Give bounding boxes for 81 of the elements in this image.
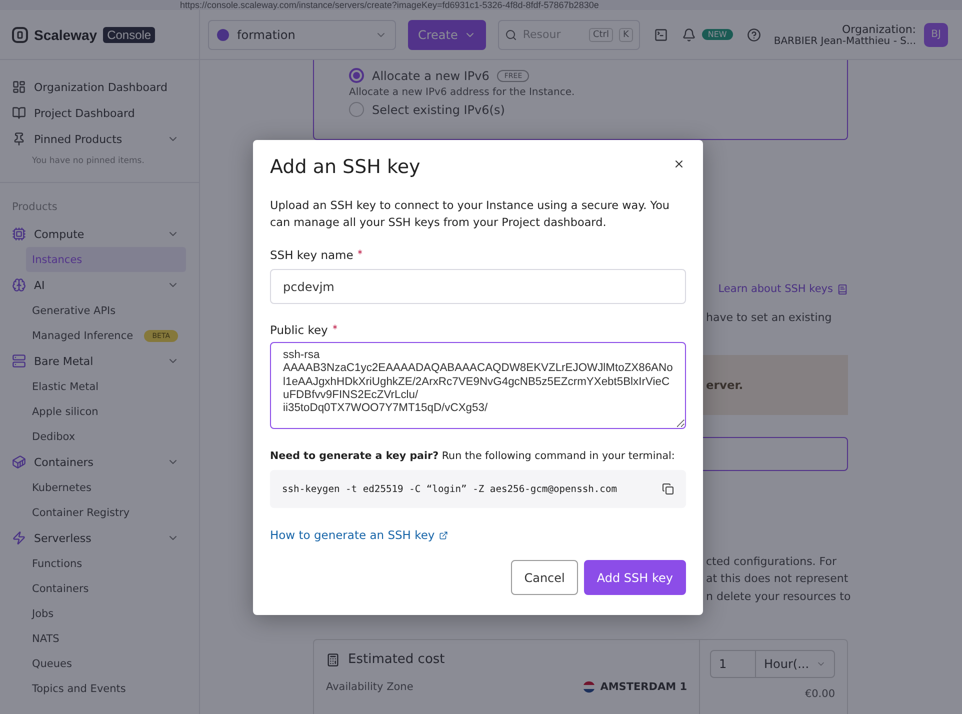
sidebar-subitem[interactable]: Jobs: [26, 601, 186, 626]
flag-icon: [583, 681, 596, 693]
sidebar-subitem[interactable]: Containers: [26, 576, 186, 601]
dashboard-icon: [12, 80, 26, 94]
field-label: Public key: [270, 323, 328, 337]
server-icon: [12, 354, 26, 368]
organization-name[interactable]: BARBIER Jean-Matthieu - S...: [774, 36, 916, 46]
info-text: n delete your resources to: [706, 588, 851, 604]
section-heading: Products: [11, 200, 58, 215]
sidebar-item[interactable]: Containers: [0, 449, 199, 475]
close-icon: [673, 158, 685, 170]
console-badge: Console: [103, 26, 156, 42]
logo-text: Scaleway: [34, 26, 98, 42]
lightning-icon: [12, 531, 26, 545]
sidebar-item[interactable]: Compute: [0, 221, 199, 247]
sidebar-item[interactable]: Organization Dashboard: [0, 74, 199, 100]
radio-button[interactable]: [349, 102, 364, 117]
create-button[interactable]: Create: [408, 20, 486, 50]
sidebar-item[interactable]: Serverless: [0, 525, 199, 551]
public-key-field[interactable]: ssh-rsa AAAAB3NzaC1yc2EAAAADAQABAAACAQDW8EKVZLrEJOWJlMtoZX86ANol1eAAJgxhHDkXriUghkZE/2ArxRc7VE9NvG4gcNB5z5EZcrmYXebt5BlxIrVieCuFDBfvv9FINS2EcZVrLclu/ ii35toDq0TX7WOO7Y7MT15qD/vCXg53/: [270, 342, 686, 429]
ssh-keys-link[interactable]: Learn about SSH keys: [718, 283, 833, 295]
sidebar-subitem[interactable]: Dedibox: [26, 424, 186, 449]
zone-name: AMSTERDAM 1: [600, 681, 687, 693]
doc-icon: [837, 284, 848, 294]
sidebar-subitem[interactable]: Container Registry: [26, 500, 186, 525]
pin-icon: [12, 132, 26, 146]
info-text: cted configurations. For: [706, 554, 836, 570]
cost-title: Estimated cost: [348, 652, 445, 667]
modal-title: Add an SSH key: [270, 156, 420, 178]
info-text: at this does not represent: [706, 571, 848, 587]
sidebar-subitem[interactable]: Generative APIs: [26, 298, 186, 323]
sidebar-item[interactable]: AI: [0, 272, 199, 298]
search-icon: [504, 28, 517, 40]
warning-text: erver.: [706, 378, 744, 392]
book-icon: [12, 106, 26, 120]
brain-icon: [12, 278, 26, 292]
duration-select[interactable]: 1 Hour(...: [710, 650, 835, 678]
radio-label: Allocate a new IPv6: [372, 68, 490, 82]
price-text: €0.00: [804, 688, 835, 700]
field-label: SSH key name: [270, 248, 354, 262]
sidebar-item[interactable]: Pinned Products: [0, 126, 199, 152]
keyboard-key: Ctrl: [588, 28, 613, 42]
external-link-icon: [438, 530, 448, 540]
project-select[interactable]: formation: [208, 20, 396, 50]
avatar[interactable]: BJ: [924, 22, 948, 46]
new-badge: NEW: [702, 29, 733, 40]
body-text: have to set an existing: [706, 310, 832, 326]
sidebar-subitem[interactable]: Functions: [26, 551, 186, 576]
ssh-key-name-field[interactable]: pcdevjm: [270, 269, 686, 304]
sidebar-item[interactable]: Bare Metal: [0, 348, 199, 374]
command-text: ssh-keygen -t ed25519 -C “login” -Z aes256-gcm@openssh.com: [282, 484, 618, 494]
calculator-icon: [326, 652, 340, 666]
sidebar-subitem[interactable]: Queues: [26, 651, 186, 676]
sidebar-subitem[interactable]: Elastic Metal: [26, 374, 186, 399]
cancel-button[interactable]: Cancel: [511, 560, 578, 595]
keyboard-key: K: [618, 28, 633, 42]
sidebar-item[interactable]: Project Dashboard: [0, 100, 199, 126]
help-text: Allocate a new IPv6 address for the Instance.: [349, 87, 576, 98]
radio-label: Select existing IPv6(s): [372, 102, 505, 116]
bell-icon[interactable]: [682, 28, 696, 42]
copy-button[interactable]: [662, 483, 674, 495]
project-dot-icon: [217, 28, 229, 40]
logo-icon: [12, 26, 28, 42]
help-link[interactable]: How to generate an SSH key: [270, 528, 448, 542]
container-icon: [12, 455, 26, 469]
hint-text: Need to generate a key pair? Run the following command in your terminal:: [270, 450, 675, 462]
help-icon[interactable]: [746, 28, 761, 42]
zone-label: Availability Zone: [326, 681, 414, 693]
sidebar-subitem[interactable]: Topics and Events: [26, 676, 186, 701]
copy-icon: [662, 483, 674, 495]
add-ssh-key-button[interactable]: Add SSH key: [584, 560, 686, 595]
modal-description: Upload an SSH key to connect to your Instance using a secure way. You can manage all your SSH keys from your Project dashboard.: [270, 198, 671, 231]
radio-button[interactable]: [349, 68, 364, 83]
empty-pinned-text: You have no pinned items.: [0, 152, 199, 183]
sidebar-subitem[interactable]: Instances: [26, 247, 186, 272]
sidebar-subitem[interactable]: Kubernetes: [26, 475, 186, 500]
organization-label: Organization:: [842, 22, 916, 36]
sidebar-subitem[interactable]: Apple silicon: [26, 399, 186, 424]
sidebar-subitem[interactable]: NATS: [26, 626, 186, 651]
terminal-icon[interactable]: [654, 28, 668, 42]
chip-icon: [12, 227, 26, 241]
